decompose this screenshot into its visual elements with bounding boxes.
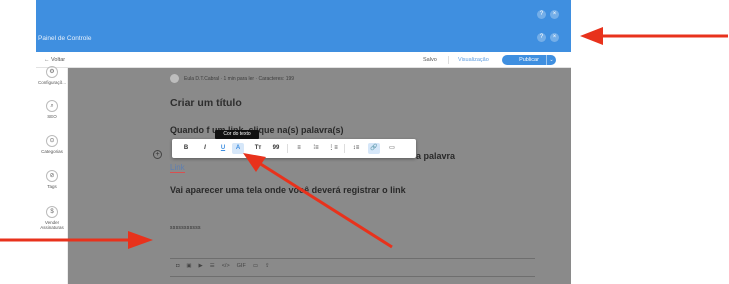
chevron-down-icon[interactable]: ⌄ (546, 55, 556, 65)
toolbar-divider (344, 144, 345, 153)
preview-link[interactable]: Visualização (458, 57, 489, 63)
toolbar-divider (287, 144, 288, 153)
category-icon: ⊙ (46, 135, 58, 147)
paragraph-placeholder[interactable]: sssssssssss (170, 225, 201, 231)
sidebar-item-subscriptions[interactable]: $ Vender Assinaturas (36, 206, 68, 230)
paragraph[interactable]: a palavra (416, 151, 455, 161)
align-left-button[interactable]: ≡ (293, 143, 305, 154)
gallery-icon[interactable]: ▣ (186, 263, 191, 269)
video-icon[interactable]: ▶ (199, 263, 203, 269)
publish-label: Publicar (519, 57, 539, 63)
divider (170, 258, 535, 259)
format-toolbar: B I U A Tт 99 ≡ ⁞≡ ⋮≡ ↕≡ 🔗 ▭ (172, 139, 416, 158)
divider (170, 276, 535, 277)
camera-icon[interactable]: ◘ (176, 263, 179, 269)
close-icon[interactable]: × (550, 33, 559, 42)
tag-icon: ⊘ (46, 170, 58, 182)
text-color-button[interactable]: A (232, 143, 244, 154)
code-icon[interactable]: </> (222, 263, 230, 269)
bullet-list-button[interactable]: ⋮≡ (327, 143, 339, 154)
sidebar-item-settings[interactable]: ⚙ Configuraçõ... (36, 66, 68, 85)
embed-button[interactable]: ▭ (386, 143, 398, 154)
post-title[interactable]: Criar um título (170, 97, 242, 109)
annotation-arrow-header (580, 27, 728, 45)
sidebar-item-tags[interactable]: ⊘ Tags (36, 170, 68, 189)
add-block-icon[interactable]: + (153, 150, 162, 159)
dashboard-header: ? × ? × (36, 0, 571, 52)
linked-word[interactable]: Link (170, 163, 185, 173)
sidebar-item-categories[interactable]: ⊙ Categorias (36, 135, 68, 154)
editor-canvas: Eula D.T.Cabral · 1 min para ler · Carac… (68, 68, 571, 284)
numbered-list-button[interactable]: ⁞≡ (310, 143, 322, 154)
author-meta: Eula D.T.Cabral · 1 min para ler · Carac… (184, 76, 295, 82)
text-size-button[interactable]: Tт (251, 143, 265, 154)
sidebar-item-label: Configuraçõ... (37, 80, 66, 85)
sidebar-item-label: Categorias (41, 149, 63, 154)
editor-topbar: ← Voltar Salvo Visualização Publicar ⌄ (36, 52, 571, 68)
sidebar-item-seo[interactable]: ⌕ SEO (36, 100, 68, 119)
panel-title: Painel de Controle (38, 35, 92, 42)
sidebar-item-label: Tags (47, 184, 57, 189)
gif-icon[interactable]: GIF (237, 263, 246, 269)
help-icon-top[interactable]: ? (537, 10, 546, 19)
screenshot-root: ? × ? × Painel de Controle ← Voltar Salv… (0, 0, 729, 284)
bold-button[interactable]: B (180, 143, 192, 154)
insert-toolbar: ◘ ▣ ▶ ☰ </> GIF ▭ ⇪ (176, 263, 270, 269)
quote-button[interactable]: 99 (270, 143, 282, 154)
close-icon-top[interactable]: × (550, 10, 559, 19)
paragraph[interactable]: Vai aparecer uma tela onde você deverá r… (170, 185, 406, 195)
avatar (170, 74, 179, 83)
link-button[interactable]: 🔗 (368, 143, 380, 154)
search-icon: ⌕ (46, 100, 58, 112)
dollar-icon: $ (46, 206, 58, 218)
underline-button[interactable]: U (217, 143, 229, 154)
divider-icon[interactable]: ☰ (210, 263, 215, 269)
help-icon[interactable]: ? (537, 33, 546, 42)
settings-sidebar: ⚙ Configuraçõ... ⌕ SEO ⊙ Categorias ⊘ Ta… (36, 66, 68, 284)
saved-status: Salvo (423, 57, 437, 63)
upload-icon[interactable]: ⇪ (265, 263, 270, 269)
embed-icon[interactable]: ▭ (253, 263, 258, 269)
back-link[interactable]: ← Voltar (44, 57, 65, 63)
line-spacing-button[interactable]: ↕≡ (350, 143, 362, 154)
divider (448, 56, 449, 64)
italic-button[interactable]: I (199, 143, 211, 154)
gear-icon: ⚙ (46, 66, 58, 78)
sidebar-item-label: SEO (47, 114, 57, 119)
sidebar-item-label: Vender Assinaturas (40, 220, 64, 230)
tooltip: Cor do texto (215, 130, 259, 139)
